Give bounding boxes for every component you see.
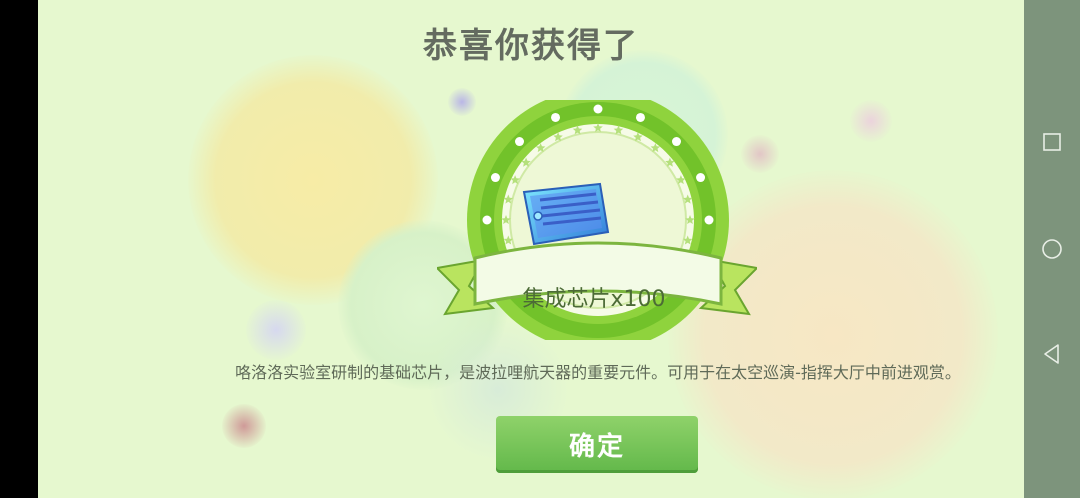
ring-dot	[635, 112, 645, 122]
bg-dot	[850, 100, 892, 142]
reward-label: 集成芯片x100	[522, 287, 666, 312]
confirm-button[interactable]: 确定	[496, 416, 698, 473]
back-icon[interactable]	[1038, 340, 1066, 368]
ring-dot	[593, 104, 603, 114]
ring-dot	[515, 137, 525, 147]
home-icon[interactable]	[1038, 235, 1066, 263]
ring-dot	[490, 173, 500, 183]
bg-dot	[222, 404, 266, 448]
ring-dot	[704, 215, 714, 225]
recent-apps-icon[interactable]	[1038, 128, 1066, 156]
left-black-bar	[0, 0, 38, 498]
chip-icon	[522, 182, 610, 246]
system-nav-bar	[1024, 0, 1080, 498]
ring-dot	[482, 215, 492, 225]
ring-dot	[671, 137, 681, 147]
reward-dialog: 恭喜你获得了 集成芯片x100 咯洛洛实验室研制的基础芯片，是波拉哩航天器的重要…	[38, 0, 1024, 498]
ring-dot	[551, 112, 561, 122]
page-title: 恭喜你获得了	[423, 26, 639, 66]
ring-dot	[696, 173, 706, 183]
bg-dot	[246, 300, 306, 360]
reward-description: 咯洛洛实验室研制的基础芯片，是波拉哩航天器的重要元件。可用于在太空巡演-指挥大厅…	[235, 363, 961, 382]
